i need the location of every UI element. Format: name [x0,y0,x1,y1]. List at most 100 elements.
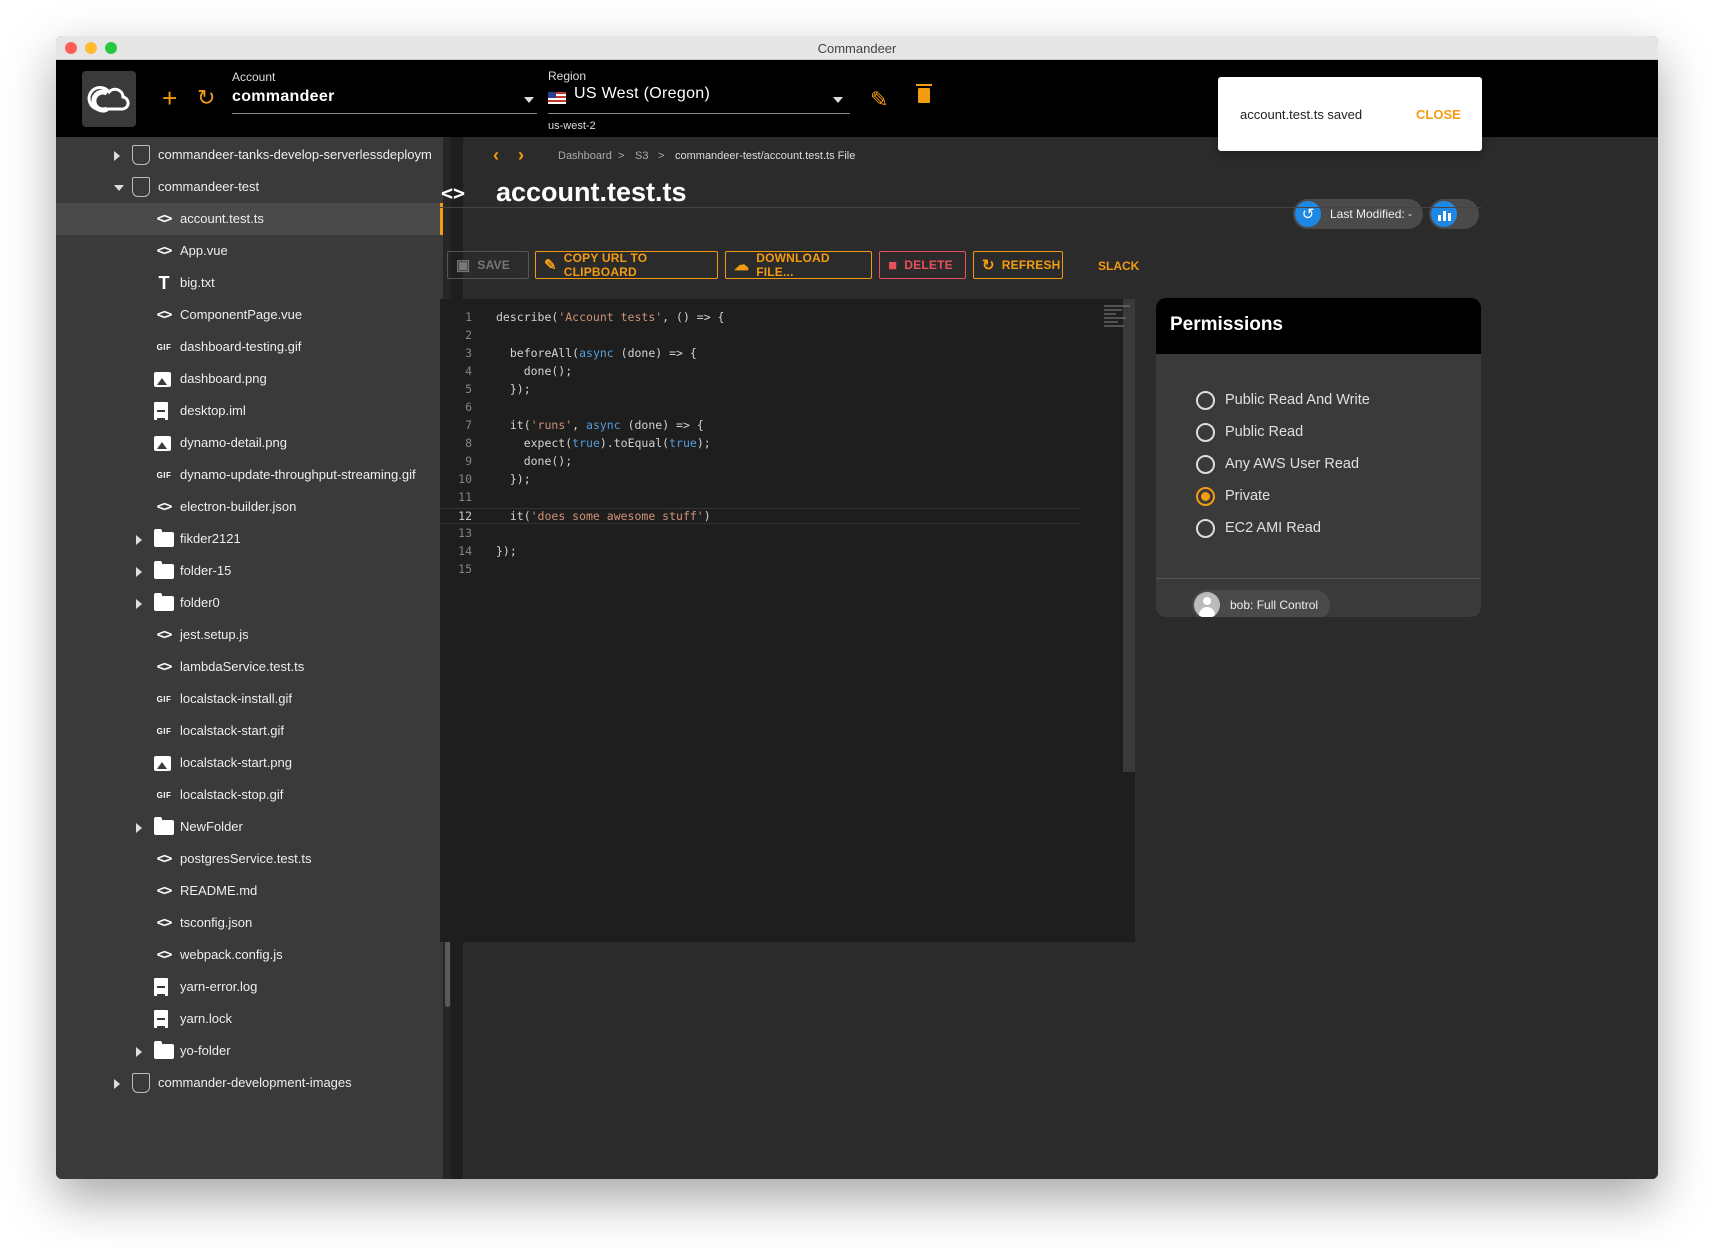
save-button[interactable]: ▣ SAVE [447,251,529,279]
document-icon [154,978,168,996]
line-number: 8 [465,436,472,450]
forward-chevron-icon[interactable]: › [518,145,524,166]
code-icon: <> [156,947,173,963]
code-line: 2 [440,328,1080,344]
sidebar-item[interactable]: <> postgresService.test.ts [56,843,443,875]
sidebar-item[interactable]: <> webpack.config.js [56,939,443,971]
sidebar-item[interactable]: Tbig.txt [56,267,443,299]
save-button-label: SAVE [477,258,510,272]
sidebar-item[interactable]: dashboard.png [56,363,443,395]
radio-unchecked-icon[interactable] [1196,455,1215,474]
sidebar-item[interactable]: yarn-error.log [56,971,443,1003]
bucket-icon [132,1073,150,1093]
sidebar-item[interactable]: <> jest.setup.js [56,619,443,651]
caret-right-icon[interactable] [136,823,142,833]
code-token: expect( [496,436,573,450]
breadcrumb-dashboard[interactable]: Dashboard [558,150,612,162]
sidebar-item[interactable]: GIF localstack-stop.gif [56,779,443,811]
sidebar-item[interactable]: fikder2121 [56,523,443,555]
code-text: done(); [496,454,572,468]
refresh-icon[interactable]: ↻ [197,84,215,112]
caret-down-icon[interactable] [114,185,124,191]
sidebar-item[interactable]: GIF localstack-install.gif [56,683,443,715]
toast-close-button[interactable]: CLOSE [1416,107,1461,122]
radio-unchecked-icon[interactable] [1196,391,1215,410]
account-dropdown-chevron-icon[interactable] [524,97,534,103]
plus-icon[interactable]: + [162,84,177,112]
caret-right-icon[interactable] [136,1047,142,1057]
region-dropdown-chevron-icon[interactable] [833,97,843,103]
code-token: , () => { [662,310,725,324]
code-line: 5 }); [440,382,1080,398]
code-text: expect(true).toEqual(true); [496,436,711,450]
permissions-header: Permissions [1156,298,1481,354]
sidebar-item[interactable]: folder0 [56,587,443,619]
sidebar-item[interactable]: <> README.md [56,875,443,907]
sidebar-item[interactable]: GIF dynamo-update-throughput-streaming.gi… [56,459,443,491]
caret-right-icon[interactable] [114,1079,120,1089]
refresh-button[interactable]: ↻ REFRESH [973,251,1063,279]
sidebar-item[interactable]: <> ComponentPage.vue [56,299,443,331]
download-file-button[interactable]: ☁ DOWNLOAD FILE... [725,251,872,279]
caret-right-icon[interactable] [136,599,142,609]
sidebar-item[interactable]: dynamo-detail.png [56,427,443,459]
sidebar-item[interactable]: <> tsconfig.json [56,907,443,939]
sidebar-item[interactable]: desktop.iml [56,395,443,427]
back-chevron-icon[interactable]: ‹ [493,145,499,166]
delete-button-label: DELETE [904,258,953,272]
sidebar-item[interactable]: commandeer-test [56,171,443,203]
folder-icon [154,593,174,611]
caret-right-icon[interactable] [136,567,142,577]
sidebar-item-label: webpack.config.js [180,947,283,962]
stats-toggle[interactable] [1429,199,1479,229]
sidebar-item[interactable]: folder-15 [56,555,443,587]
breadcrumb-separator: > [658,150,665,162]
delete-button[interactable]: ■ DELETE [879,251,966,279]
breadcrumb-s3[interactable]: S3 [635,150,648,162]
code-line: 9 done(); [440,454,1080,470]
sidebar-item[interactable]: localstack-start.png [56,747,443,779]
sidebar-item[interactable]: yarn.lock [56,1003,443,1035]
region-underline [548,113,850,114]
sidebar-item-label: yo-folder [180,1043,231,1058]
folder-icon [154,817,174,835]
code-token: 'does some awesome stuff' [530,509,704,523]
sidebar-item[interactable]: commander-development-images [56,1067,443,1099]
radio-unchecked-icon[interactable] [1196,519,1215,538]
cloud-logo-icon [87,85,130,113]
editor-scrollbar[interactable] [1123,299,1135,772]
sidebar-item[interactable]: GIF dashboard-testing.gif [56,331,443,363]
page-title: account.test.ts [496,177,687,207]
account-select-value[interactable]: commandeer [232,88,335,106]
sidebar-item[interactable]: <> lambdaService.test.ts [56,651,443,683]
sidebar-item[interactable]: commandeer-tanks-develop-serverlessdeplo… [56,139,443,171]
sidebar-item[interactable]: <> App.vue [56,235,443,267]
sidebar-item[interactable]: yo-folder [56,1035,443,1067]
code-token: , [572,418,587,432]
pencil-icon[interactable]: ✎ [870,86,888,114]
sidebar-item[interactable]: <> account.test.ts [56,203,443,235]
sidebar-item-label: account.test.ts [180,211,264,226]
sidebar-item[interactable]: NewFolder [56,811,443,843]
last-modified-chip[interactable]: ↺ Last Modified: - [1293,199,1423,229]
us-flag-icon [548,92,566,104]
code-text: it('runs', async (done) => { [496,418,704,432]
grantee-chip[interactable]: bob: Full Control [1192,590,1331,617]
code-icon: <> [156,915,173,931]
caret-right-icon[interactable] [136,535,142,545]
copy-url-button[interactable]: ✎ COPY URL TO CLIPBOARD [535,251,718,279]
editor-minimap[interactable] [1104,305,1134,335]
document-icon [154,1010,168,1028]
caret-right-icon[interactable] [114,151,120,161]
line-number: 12 [458,509,472,523]
trash-icon[interactable] [916,84,932,103]
bucket-icon [132,177,150,197]
region-select-value[interactable]: US West (Oregon) [574,85,710,103]
commandeer-logo[interactable] [82,71,136,127]
bucket-tree-sidebar: commandeer-tanks-develop-serverlessdeplo… [56,137,451,1179]
radio-unchecked-icon[interactable] [1196,423,1215,442]
sidebar-item[interactable]: GIF localstack-start.gif [56,715,443,747]
sidebar-item[interactable]: <> electron-builder.json [56,491,443,523]
slack-button[interactable]: SLACK [1098,259,1139,273]
radio-checked-icon[interactable] [1196,487,1215,506]
